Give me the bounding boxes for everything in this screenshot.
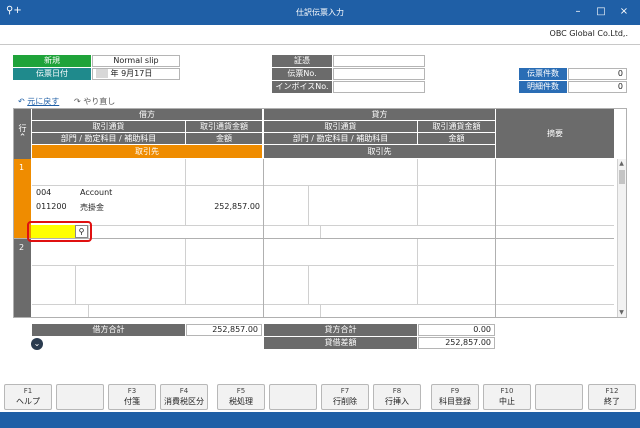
summary-header: 摘要 [496, 109, 614, 158]
undo-button[interactable]: ↶ 元に戻す [18, 96, 59, 107]
diff-label: 貸借差額 [264, 337, 417, 349]
chevron-up-icon[interactable]: ⌃ [14, 134, 31, 143]
credit-total-label: 貸方合計 [264, 324, 417, 336]
scroll-down-icon[interactable]: ▼ [618, 309, 625, 316]
f1-button[interactable]: F1 ヘルプ [4, 384, 52, 410]
chevron-down-icon[interactable]: ⌄ [31, 338, 43, 350]
voucher-label: 証憑 [272, 55, 332, 67]
slip-type-field[interactable]: Normal slip [92, 55, 180, 67]
row-number-2[interactable]: 2 [14, 239, 31, 317]
credit-header: 貸方 [264, 109, 495, 120]
debit-header: 借方 [32, 109, 262, 120]
slip-no-field[interactable] [333, 68, 425, 80]
invoice-no-field[interactable] [333, 81, 425, 93]
minimize-button[interactable]: – [569, 4, 587, 20]
invoice-no-label: インボイスNo. [272, 81, 332, 93]
scroll-thumb[interactable] [619, 170, 625, 184]
title-bar: ⚲+ 仕訳伝票入力 – □ × [0, 0, 640, 25]
company-name: OBC Global Co.Ltd,. [549, 29, 628, 38]
dept-code[interactable]: 004 [36, 188, 51, 197]
account-name: 売掛金 [80, 203, 104, 212]
f6-button[interactable] [269, 384, 317, 410]
search-icon[interactable]: ⚲ [75, 225, 88, 238]
maximize-button[interactable]: □ [592, 4, 610, 20]
slip-no-label: 伝票No. [272, 68, 332, 80]
close-button[interactable]: × [615, 4, 633, 20]
slip-count-field: 0 [568, 68, 627, 80]
dept-name: Account [80, 188, 113, 197]
voucher-field[interactable] [333, 55, 425, 67]
f9-button[interactable]: F9 科目登録 [431, 384, 479, 410]
date-field[interactable]: 年 9月17日 [92, 68, 180, 80]
credit-total-value: 0.00 [418, 324, 495, 336]
redo-button[interactable]: ↷ やり直し [74, 96, 115, 107]
date-value: 年 9月17日 [110, 69, 153, 78]
window-title: 仕訳伝票入力 [296, 8, 344, 17]
debit-amount[interactable]: 252,857.00 [186, 202, 260, 211]
debit-account-header: 部門 / 勘定科目 / 補助科目 [32, 133, 185, 144]
era-box [96, 69, 108, 78]
f10-button[interactable]: F10 中止 [483, 384, 531, 410]
divider [0, 44, 640, 45]
debit-amount-header: 金額 [186, 133, 262, 144]
debit-currency-header: 取引通貨 [32, 121, 185, 132]
f4-button[interactable]: F4 消費税区分 [160, 384, 208, 410]
f8-button[interactable]: F8 行挿入 [373, 384, 421, 410]
partner-input[interactable] [31, 225, 75, 238]
credit-partner-header: 取引先 [264, 145, 495, 158]
debit-total-label: 借方合計 [32, 324, 185, 336]
account-code[interactable]: 011200 [36, 202, 67, 211]
f5-button[interactable]: F5 税処理 [217, 384, 265, 410]
f7-button[interactable]: F7 行削除 [321, 384, 369, 410]
credit-currency-header: 取引通貨 [264, 121, 417, 132]
slip-count-label: 伝票件数 [519, 68, 567, 80]
f2-button[interactable] [56, 384, 104, 410]
redo-icon: ↷ [74, 97, 81, 106]
credit-amount-header: 金額 [418, 133, 495, 144]
debit-total-value: 252,857.00 [186, 324, 262, 336]
undo-icon: ↶ [18, 97, 25, 106]
f11-button[interactable] [535, 384, 583, 410]
date-label: 伝票日付 [13, 68, 91, 80]
status-bar [0, 412, 640, 428]
diff-value: 252,857.00 [418, 337, 495, 349]
f3-button[interactable]: F3 付箋 [108, 384, 156, 410]
f12-button[interactable]: F12 終了 [588, 384, 636, 410]
debit-partner-header: 取引先 [32, 145, 262, 158]
detail-count-label: 明細件数 [519, 81, 567, 93]
scroll-up-icon[interactable]: ▲ [618, 160, 625, 167]
slip-type-label: 新規 [13, 55, 91, 67]
row-header: 行 ⌃ [14, 109, 31, 159]
debit-currency-amount-header: 取引通貨金額 [186, 121, 262, 132]
detail-count-field: 0 [568, 81, 627, 93]
credit-account-header: 部門 / 勘定科目 / 補助科目 [264, 133, 417, 144]
credit-currency-amount-header: 取引通貨金額 [418, 121, 495, 132]
